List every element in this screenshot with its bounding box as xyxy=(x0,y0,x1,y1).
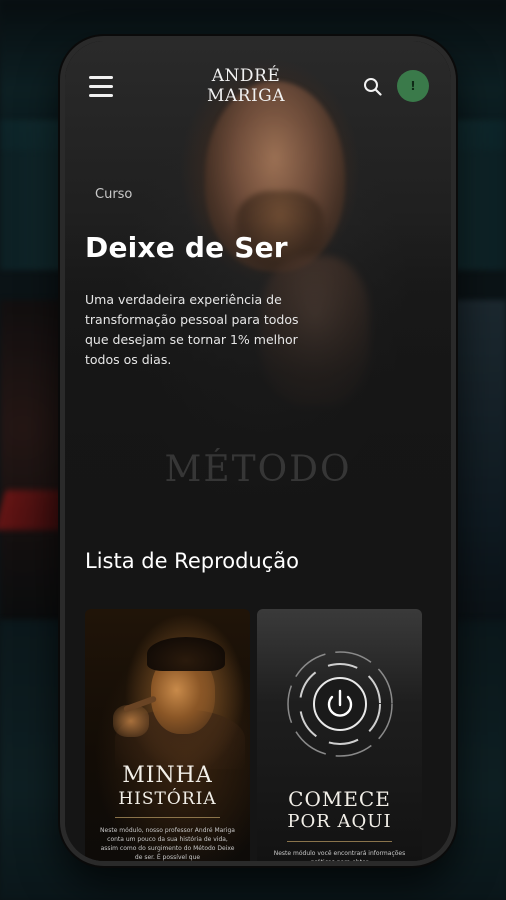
hero-gradient xyxy=(65,221,451,561)
logo-line: ANDRÉ xyxy=(211,66,281,86)
playlist-card[interactable]: COMECE POR AQUI Neste módulo você encont… xyxy=(257,609,422,861)
app-screen: ANDRÉ MARIGA ! Curso Deixe de Ser Uma ve… xyxy=(65,41,451,861)
card-title: HISTÓRIA xyxy=(118,789,217,809)
phone-frame: ANDRÉ MARIGA ! Curso Deixe de Ser Uma ve… xyxy=(60,36,456,866)
card-divider xyxy=(287,841,392,842)
hero-title: Deixe de Ser xyxy=(85,231,288,264)
card-divider xyxy=(115,817,220,818)
top-bar: ANDRÉ MARIGA ! xyxy=(65,65,451,115)
avatar[interactable]: ! xyxy=(397,70,429,102)
hero-tag: Curso xyxy=(95,187,133,202)
card-title: POR AQUI xyxy=(287,811,392,832)
menu-icon[interactable] xyxy=(89,76,113,98)
brand-watermark: MÉTODO xyxy=(65,449,451,490)
logo-line: MARIGA xyxy=(206,86,286,106)
card-description: Neste módulo, nosso professor André Mari… xyxy=(100,827,235,861)
card-image xyxy=(147,637,225,671)
hero-description: Uma verdadeira experiência de transforma… xyxy=(85,292,299,367)
power-icon xyxy=(287,651,393,757)
playlist-card[interactable]: MINHA HISTÓRIA Neste módulo, nosso profe… xyxy=(85,609,250,861)
app-logo[interactable]: ANDRÉ MARIGA xyxy=(201,66,291,106)
card-title: COMECE xyxy=(288,787,391,811)
section-title: Lista de Reprodução xyxy=(85,549,299,573)
card-description: Neste módulo você encontrará informações… xyxy=(273,850,406,861)
card-title: MINHA xyxy=(122,763,213,788)
search-icon[interactable] xyxy=(363,77,383,97)
brand-word: MÉTODO xyxy=(164,449,352,490)
